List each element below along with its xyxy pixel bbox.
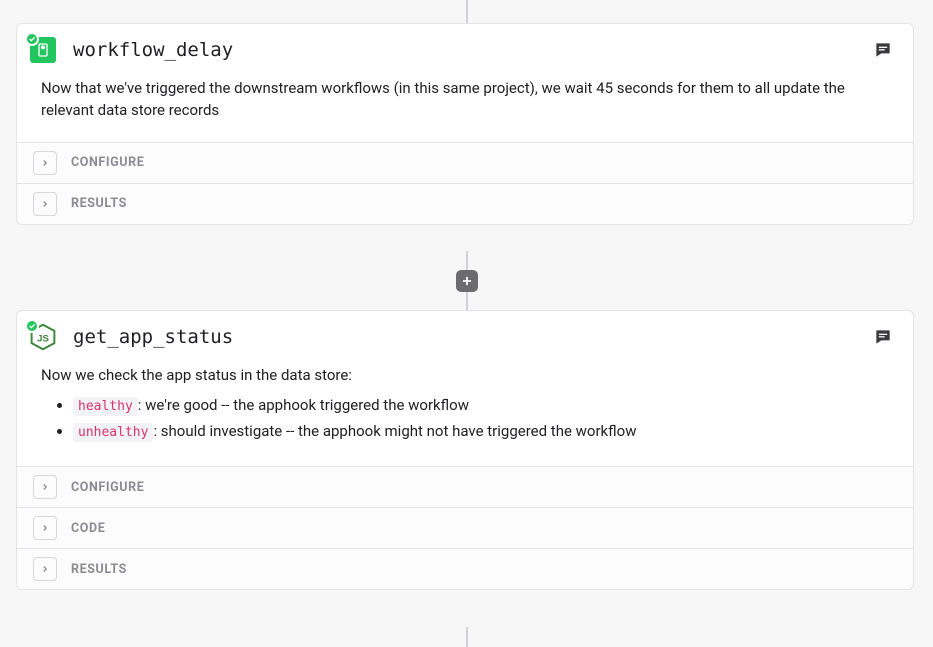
list-item: unhealthy: should investigate -- the app… (73, 421, 889, 443)
section-label: RESULTS (71, 196, 127, 211)
results-section-toggle[interactable]: RESULTS (17, 548, 913, 589)
status-text: : should investigate -- the apphook migh… (153, 422, 636, 440)
section-label: CODE (71, 521, 105, 536)
section-label: RESULTS (71, 562, 127, 577)
status-chip-healthy: healthy (73, 397, 138, 416)
step-description: Now we check the app status in the data … (17, 357, 913, 467)
step-intro-text: Now we check the app status in the data … (41, 366, 352, 384)
configure-section-toggle[interactable]: CONFIGURE (17, 467, 913, 507)
step-title: workflow_delay (73, 39, 873, 61)
step-title: get_app_status (73, 326, 873, 348)
status-chip-unhealthy: unhealthy (73, 423, 153, 442)
list-item: healthy: we're good -- the apphook trigg… (73, 395, 889, 417)
chevron-right-icon (33, 151, 57, 175)
workflow-step-card: JS get_app_status Now we check the app s… (16, 310, 914, 590)
step-header[interactable]: JS get_app_status (17, 311, 913, 357)
comment-icon[interactable] (873, 327, 893, 347)
success-badge-icon (25, 319, 39, 333)
chevron-right-icon (33, 475, 57, 499)
step-icon-wrap: JS (29, 323, 57, 351)
chevron-right-icon (33, 557, 57, 581)
plus-icon (460, 274, 474, 288)
chevron-right-icon (33, 192, 57, 216)
connector-line (466, 627, 468, 647)
step-header[interactable]: workflow_delay (17, 24, 913, 70)
section-label: CONFIGURE (71, 155, 144, 170)
workflow-step-card: workflow_delay Now that we've triggered … (16, 23, 914, 225)
comment-icon[interactable] (873, 40, 893, 60)
section-label: CONFIGURE (71, 480, 144, 495)
code-section-toggle[interactable]: CODE (17, 507, 913, 548)
svg-text:JS: JS (37, 333, 49, 344)
success-badge-icon (25, 32, 39, 46)
add-step-button[interactable] (456, 270, 478, 292)
results-section-toggle[interactable]: RESULTS (17, 183, 913, 224)
configure-section-toggle[interactable]: CONFIGURE (17, 143, 913, 183)
status-text: : we're good -- the apphook triggered th… (138, 396, 469, 414)
step-icon-wrap (29, 36, 57, 64)
step-description: Now that we've triggered the downstream … (17, 70, 913, 143)
chevron-right-icon (33, 516, 57, 540)
